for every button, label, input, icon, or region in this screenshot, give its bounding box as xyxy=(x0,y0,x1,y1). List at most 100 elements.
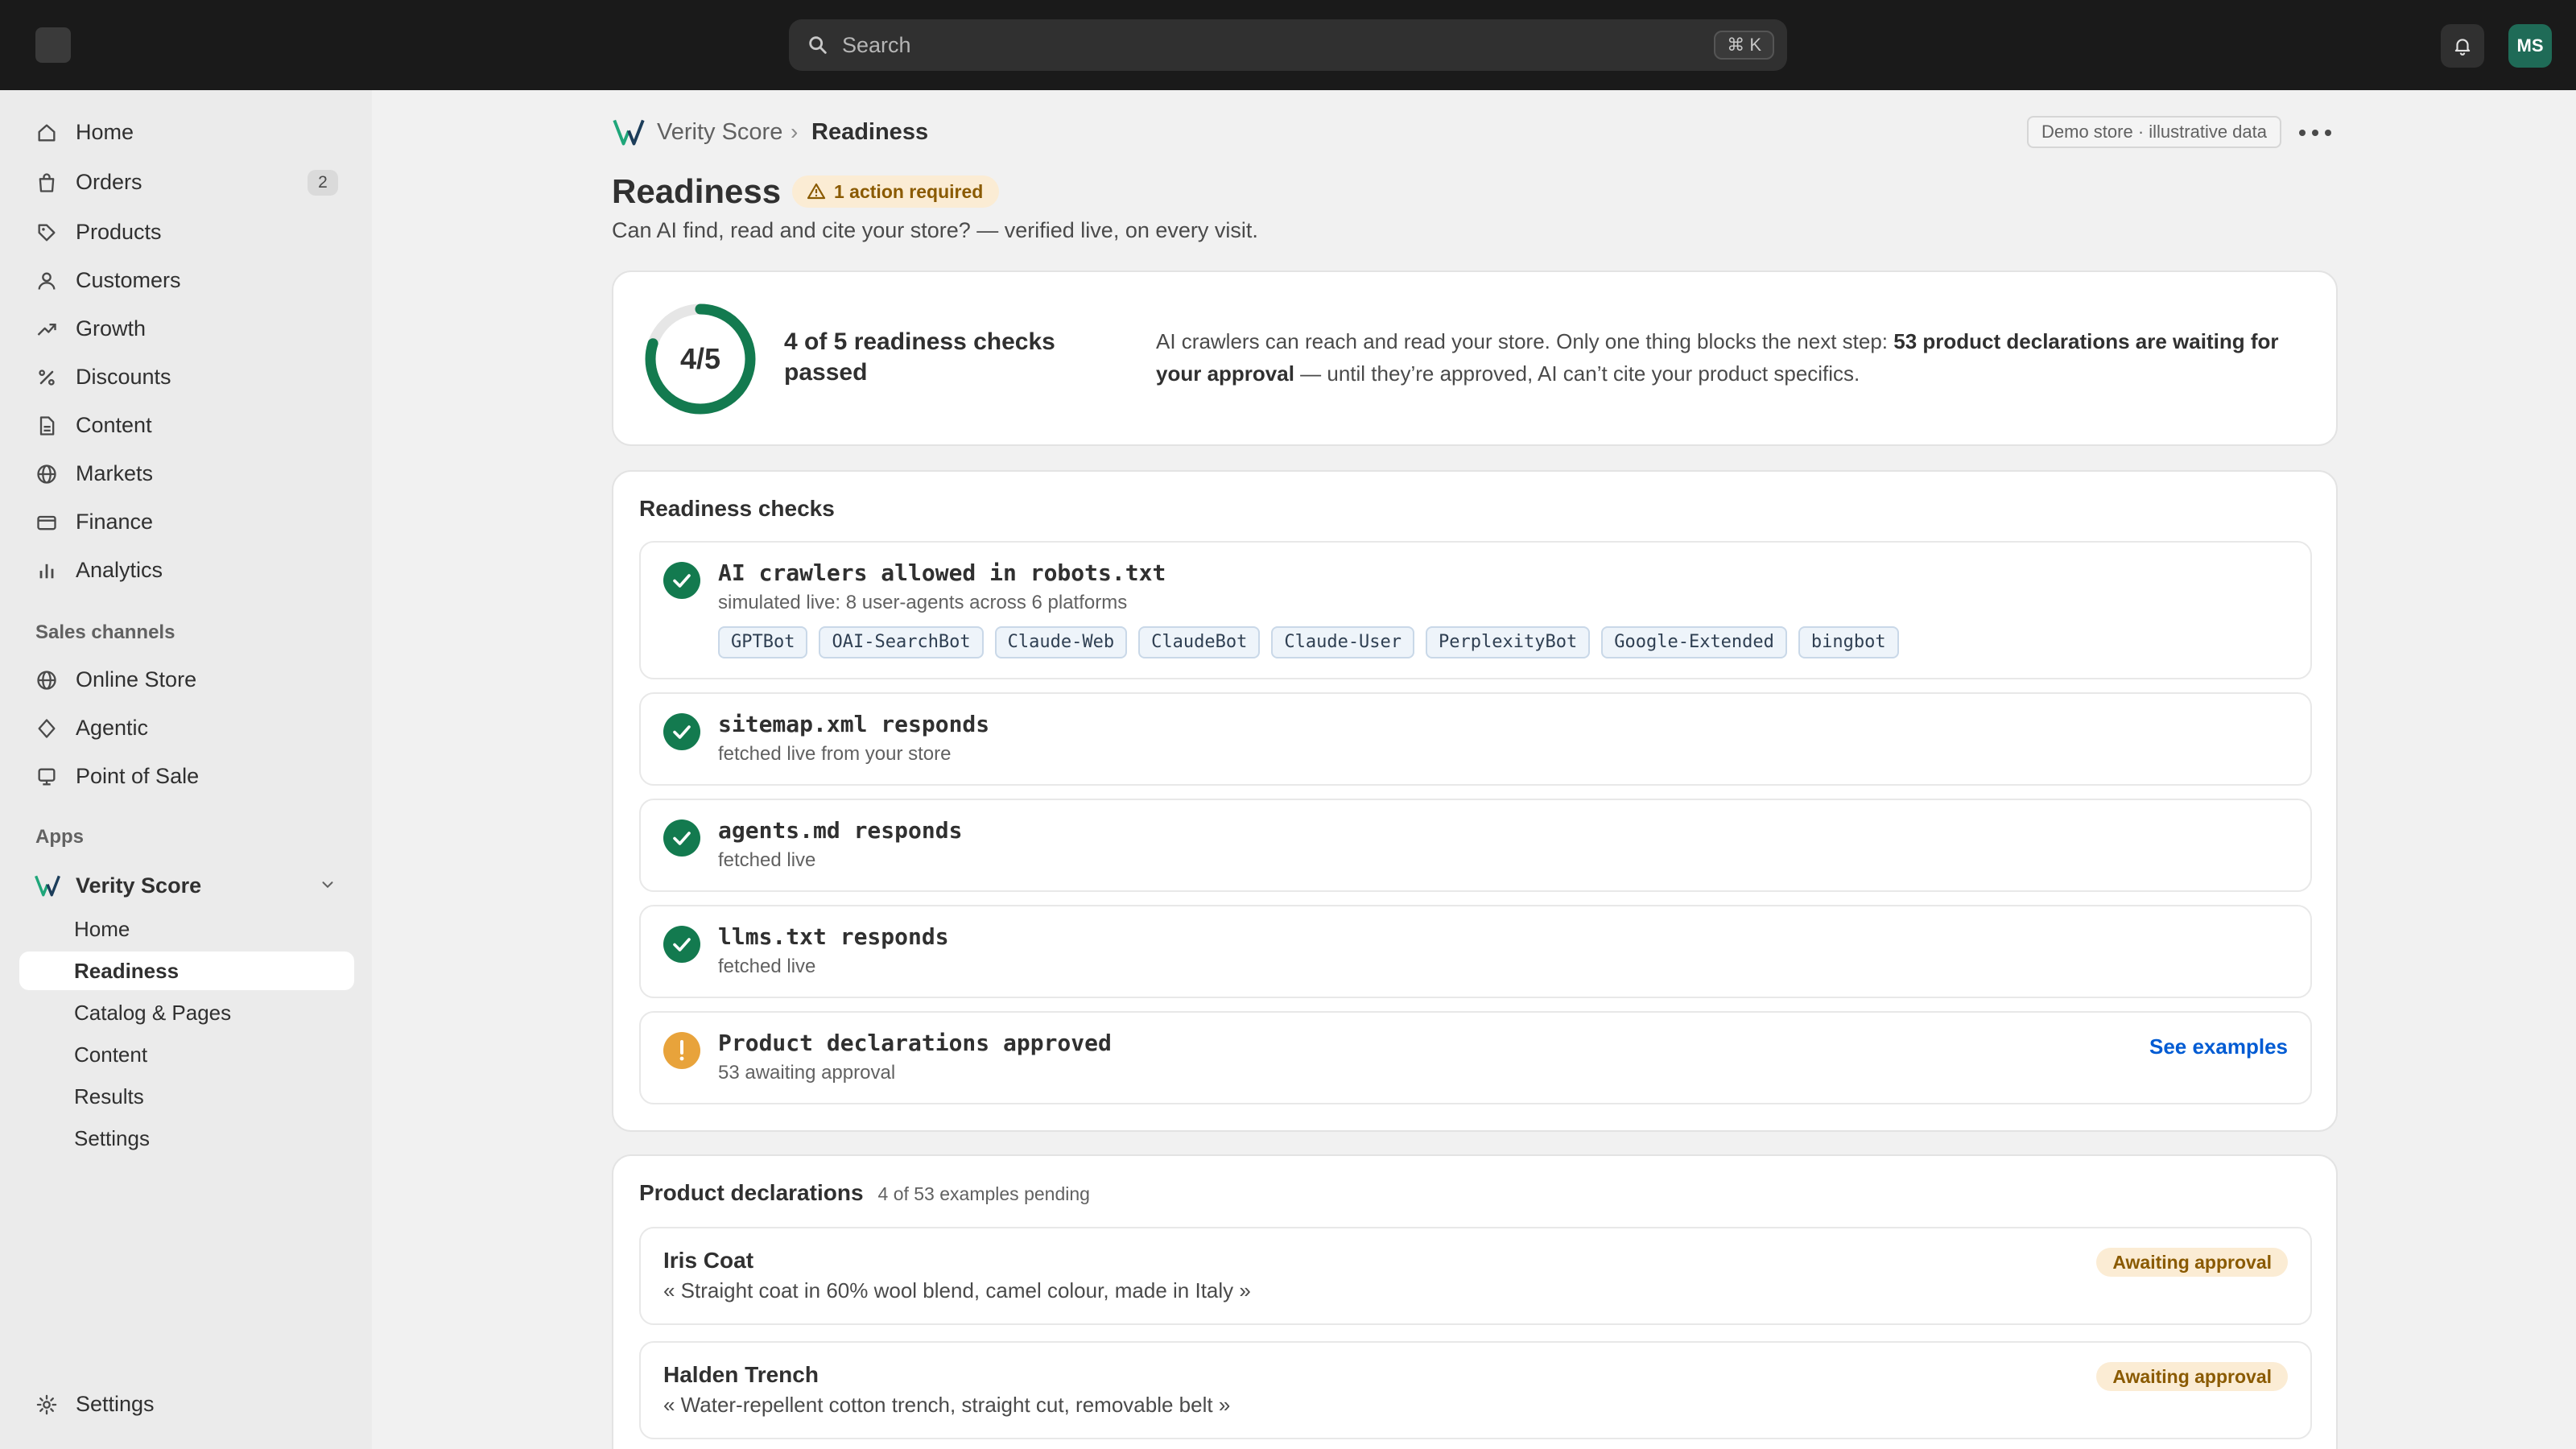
chevron-down-icon xyxy=(322,881,333,889)
top-bar: Search ⌘ K MS xyxy=(0,0,2576,90)
check-warning-icon xyxy=(663,1032,700,1069)
user-avatar[interactable]: MS xyxy=(2508,24,2552,68)
breadcrumb-app-link[interactable]: Verity Score xyxy=(657,113,782,151)
app-subitem-label: Settings xyxy=(74,1126,150,1150)
summary-text-lead: AI crawlers can reach and read your stor… xyxy=(1156,329,1894,353)
product-declarations-count: 4 of 53 examples pending xyxy=(877,1183,1090,1204)
more-actions-button[interactable] xyxy=(2296,118,2334,147)
sidebar-item-customers[interactable]: Customers xyxy=(19,258,354,303)
bell-icon xyxy=(2454,39,2471,56)
status-badge: Awaiting approval xyxy=(2096,1248,2288,1277)
verity-logo-icon xyxy=(35,875,60,897)
document-icon xyxy=(39,416,55,436)
app-subitem-label: Content xyxy=(74,1042,148,1067)
search-icon xyxy=(809,36,827,54)
declaration-product-name: Halden Trench xyxy=(663,1362,819,1387)
sidebar-item-label: Agentic xyxy=(76,716,149,740)
sidebar-item-orders[interactable]: Orders 2 xyxy=(19,159,354,204)
orders-count-badge: 2 xyxy=(308,170,338,196)
check-meta: fetched live xyxy=(718,956,816,977)
action-required-text: 1 action required xyxy=(834,181,984,202)
app-subitem-settings[interactable]: Settings xyxy=(19,1119,354,1158)
see-examples-link[interactable]: See examples xyxy=(2149,1030,2288,1063)
verity-logo-icon xyxy=(613,119,645,146)
check-success-icon xyxy=(663,819,700,857)
app-subitem-readiness[interactable]: Readiness xyxy=(19,952,354,990)
sidebar-item-label: Discounts xyxy=(76,365,171,389)
check-meta: 53 awaiting approval xyxy=(718,1062,896,1084)
app-subitem-home[interactable]: Home xyxy=(19,910,354,948)
summary-text: AI crawlers can reach and read your stor… xyxy=(1156,325,2299,390)
check-meta: simulated live: 8 user-agents across 6 p… xyxy=(718,592,1128,613)
sidebar-item-settings[interactable]: Settings xyxy=(19,1381,354,1426)
gear-icon xyxy=(36,1394,57,1415)
apps-heading: Apps xyxy=(35,826,84,848)
app-subitem-label: Home xyxy=(74,917,130,941)
check-name: llms.txt responds xyxy=(718,923,949,950)
sidebar-item-label: Customers xyxy=(76,268,181,292)
product-declarations-heading: Product declarations xyxy=(639,1180,864,1205)
check-product-declarations: Product declarations approved 53 awaitin… xyxy=(639,1011,2312,1104)
user-agent-chip: bingbot xyxy=(1798,626,1899,658)
summary-title: 4 of 5 readiness checks passed xyxy=(784,328,1055,386)
sidebar-item-finance[interactable]: Finance xyxy=(19,499,354,544)
readiness-checks-card: Readiness checks AI crawlers allowed in … xyxy=(612,470,2338,1132)
search-shortcut: ⌘ K xyxy=(1714,31,1774,60)
globe-icon xyxy=(37,464,56,484)
product-declarations-title: Product declarations 4 of 53 examples pen… xyxy=(639,1177,1090,1210)
status-badge: Awaiting approval xyxy=(2096,1362,2288,1391)
app-subitem-content[interactable]: Content xyxy=(19,1035,354,1074)
bar-chart-icon xyxy=(39,564,54,579)
declaration-row[interactable]: Halden Trench « Water-repellent cotton t… xyxy=(639,1341,2312,1439)
summary-text-tail: — until they’re approved, AI can’t cite … xyxy=(1294,361,1860,386)
notifications-button[interactable] xyxy=(2441,24,2484,68)
sidebar-item-online-store[interactable]: Online Store xyxy=(19,657,354,702)
sidebar-item-markets[interactable]: Markets xyxy=(19,451,354,496)
check-name: Product declarations approved xyxy=(718,1030,1112,1056)
search-bar[interactable]: Search ⌘ K xyxy=(789,19,1787,71)
summary-card: 4/5 4 of 5 readiness checks passed AI cr… xyxy=(612,270,2338,446)
check-meta: fetched live xyxy=(718,849,816,871)
app-subitem-catalog-pages[interactable]: Catalog & Pages xyxy=(19,993,354,1032)
sidebar-item-agentic[interactable]: Agentic xyxy=(19,705,354,750)
app-subitem-label: Catalog & Pages xyxy=(74,1001,232,1025)
trend-icon xyxy=(37,324,56,336)
sales-channels-heading: Sales channels xyxy=(35,621,175,643)
user-agent-chip: ClaudeBot xyxy=(1138,626,1261,658)
check-meta: fetched live from your store xyxy=(718,743,952,765)
page-title: Readiness xyxy=(612,172,782,210)
sidebar-item-analytics[interactable]: Analytics xyxy=(19,547,354,592)
sidebar-item-label: Growth xyxy=(76,316,147,341)
home-icon xyxy=(38,124,56,142)
breadcrumb-current: Readiness xyxy=(811,119,929,145)
sidebar-item-growth[interactable]: Growth xyxy=(19,306,354,351)
sidebar-item-discounts[interactable]: Discounts xyxy=(19,354,354,399)
declaration-quote: « Water-repellent cotton trench, straigh… xyxy=(663,1393,1231,1417)
sidebar-item-content[interactable]: Content xyxy=(19,402,354,448)
page-subtitle: Can AI find, read and cite your store? —… xyxy=(612,218,1258,242)
sidebar-item-home[interactable]: Home xyxy=(19,109,354,155)
card-icon xyxy=(37,515,56,530)
person-icon xyxy=(38,272,56,290)
product-declarations-card: Product declarations 4 of 53 examples pen… xyxy=(612,1154,2338,1449)
sidebar-item-label: Orders xyxy=(76,170,142,194)
sidebar-item-verity-score[interactable]: Verity Score xyxy=(19,863,354,908)
sidebar-item-label: Finance xyxy=(76,510,154,534)
store-logo[interactable] xyxy=(35,27,71,63)
sidebar-item-label: Verity Score xyxy=(76,873,202,898)
user-agent-chips: GPTBot OAI-SearchBot Claude-Web ClaudeBo… xyxy=(718,626,1899,658)
warning-icon xyxy=(807,183,826,200)
declaration-product-name: Iris Coat xyxy=(663,1248,754,1273)
readiness-checks-title: Readiness checks xyxy=(639,496,835,521)
declaration-quote: « Straight coat in 60% wool blend, camel… xyxy=(663,1278,1251,1302)
orders-icon xyxy=(39,173,55,192)
sidebar-item-products[interactable]: Products xyxy=(19,209,354,254)
score-value: 4/5 xyxy=(679,342,721,375)
check-sitemap: sitemap.xml responds fetched live from y… xyxy=(639,692,2312,786)
app-subitem-results[interactable]: Results xyxy=(19,1077,354,1116)
sidebar-item-point-of-sale[interactable]: Point of Sale xyxy=(19,753,354,799)
declaration-row[interactable]: Iris Coat « Straight coat in 60% wool bl… xyxy=(639,1227,2312,1325)
user-agent-chip: PerplexityBot xyxy=(1426,626,1591,658)
check-name: agents.md responds xyxy=(718,817,963,844)
check-robots-txt: AI crawlers allowed in robots.txt simula… xyxy=(639,541,2312,679)
